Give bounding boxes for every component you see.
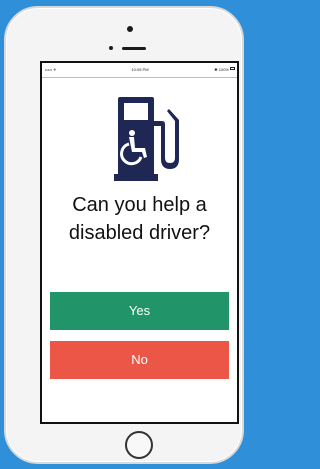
- status-bar: ••••• ✈ 10:05 PM ✱ 100%: [42, 63, 237, 78]
- front-camera: [127, 26, 133, 32]
- front-sensor: [109, 46, 113, 50]
- no-button[interactable]: No: [50, 341, 229, 379]
- home-button[interactable]: [125, 431, 153, 459]
- phone-screen: ••••• ✈ 10:05 PM ✱ 100% Can you help a d…: [40, 61, 239, 424]
- phone-device: ••••• ✈ 10:05 PM ✱ 100% Can you help a d…: [4, 6, 244, 464]
- earpiece-speaker: [122, 47, 146, 50]
- status-time: 10:05 PM: [131, 67, 149, 72]
- status-carrier: ••••• ✈: [45, 67, 57, 72]
- yes-button[interactable]: Yes: [50, 292, 229, 330]
- battery-icon: [230, 67, 235, 70]
- fuel-pump-icon: [114, 97, 182, 182]
- status-battery-text: ✱ 100%: [214, 67, 229, 72]
- help-question: Can you help a disabled driver?: [68, 194, 211, 244]
